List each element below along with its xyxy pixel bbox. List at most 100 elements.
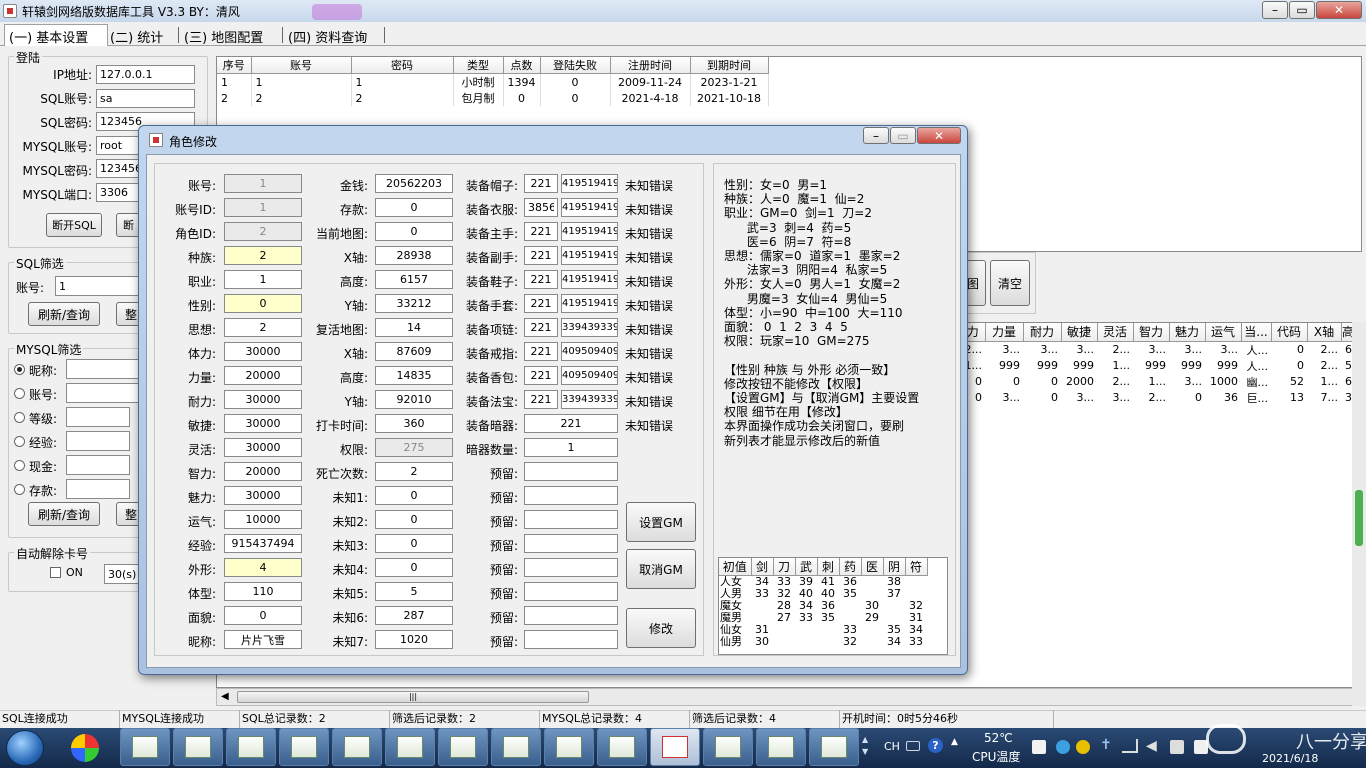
equip-attr-input[interactable] <box>561 246 618 265</box>
input-language[interactable]: CH <box>884 740 900 753</box>
column-header[interactable]: 注册时间 <box>610 57 691 74</box>
char-pos-input[interactable] <box>375 462 453 481</box>
column-header[interactable]: 医 <box>861 558 884 576</box>
set-gm-button[interactable]: 设置GM <box>626 502 696 542</box>
column-header[interactable]: 刺 <box>817 558 840 576</box>
dialog-close-button[interactable]: ✕ <box>917 127 961 144</box>
auto-unlock-checkbox[interactable] <box>50 567 61 578</box>
cancel-gm-button[interactable]: 取消GM <box>626 549 696 589</box>
column-header[interactable]: 序号 <box>217 57 252 74</box>
filter-cash-radio[interactable] <box>14 460 25 471</box>
equip-attr-input[interactable] <box>561 270 618 289</box>
equip-id-input[interactable] <box>524 390 558 409</box>
table-row[interactable]: 1 1 1 小时制 1394 0 2009-11-24 2023-1-21 <box>217 73 769 90</box>
column-header[interactable]: 阴 <box>883 558 906 576</box>
minimize-button[interactable]: – <box>1262 1 1288 19</box>
char-attr-input[interactable] <box>224 270 302 289</box>
taskbar-scroll-arrows[interactable]: ▲ ▼ <box>862 734 868 758</box>
taskbar-window-icon[interactable] <box>756 728 806 766</box>
column-header[interactable]: X轴 <box>1307 323 1342 342</box>
grid-horizontal-scrollbar[interactable]: ◀ ||| <box>216 688 1362 706</box>
column-header[interactable]: 代码 <box>1271 323 1308 342</box>
start-button[interactable] <box>6 730 44 766</box>
filter-cash-input[interactable] <box>66 455 130 475</box>
taskbar-window-icon[interactable] <box>279 728 329 766</box>
equip-id-input[interactable] <box>524 246 558 265</box>
table-row[interactable]: 0 3... 0 3... 3... 2... 0 36 巨... 13 7... 3 <box>961 390 1355 406</box>
tray-app-icon[interactable] <box>1076 740 1090 754</box>
equip-attr-input[interactable] <box>561 318 618 337</box>
sql-filter-account-input[interactable] <box>55 276 139 296</box>
equip-id-input[interactable] <box>524 174 558 193</box>
char-pos-input[interactable] <box>375 414 453 433</box>
tab-statistics[interactable]: (二) 统计 <box>110 27 163 46</box>
taskbar-window-icon[interactable] <box>491 728 541 766</box>
tab-map-config[interactable]: (三) 地图配置 <box>184 27 263 46</box>
reserved-input[interactable] <box>524 606 618 625</box>
equip-attr-input[interactable] <box>561 174 618 193</box>
table-row[interactable]: 2... 3... 3... 3... 2... 3... 3... 3... 人... 0 2..… <box>961 341 1355 358</box>
char-attr-input[interactable] <box>224 558 302 577</box>
reserved-input[interactable] <box>524 630 618 649</box>
char-pos-input[interactable] <box>375 198 453 217</box>
modify-button[interactable]: 修改 <box>626 608 696 648</box>
sql-sort-button[interactable]: 整 <box>116 302 140 326</box>
table-row[interactable]: 仙男 30 32 34 33 <box>719 636 927 648</box>
filter-account-radio[interactable] <box>14 388 25 399</box>
char-pos-input[interactable] <box>375 486 453 505</box>
equip-id-input[interactable] <box>524 294 558 313</box>
equip-attr-input[interactable] <box>561 342 618 361</box>
char-attr-input[interactable] <box>224 534 302 553</box>
char-pos-input[interactable] <box>375 606 453 625</box>
column-header[interactable]: 运气 <box>1205 323 1242 342</box>
taskbar-window-icon[interactable] <box>120 728 170 766</box>
column-header[interactable]: 符 <box>905 558 928 576</box>
char-attr-input[interactable] <box>224 246 302 265</box>
tray-expand-icon[interactable]: ▲ <box>951 737 958 747</box>
column-header[interactable]: 剑 <box>751 558 774 576</box>
reserved-input[interactable] <box>524 558 618 577</box>
vertical-scrollbar[interactable] <box>1352 322 1366 706</box>
column-header[interactable]: 当... <box>1241 323 1272 342</box>
bluetooth-icon[interactable]: ✝ <box>1100 737 1112 753</box>
char-attr-input[interactable] <box>224 366 302 385</box>
mysql-refresh-button[interactable]: 刷新/查询 <box>28 502 100 526</box>
char-attr-input[interactable] <box>224 630 302 649</box>
ip-input[interactable] <box>96 65 195 84</box>
char-attr-input[interactable] <box>224 606 302 625</box>
filter-nickname-input[interactable] <box>66 359 140 379</box>
column-header[interactable]: 类型 <box>453 57 504 74</box>
scroll-left-arrow[interactable]: ◀ <box>221 691 229 702</box>
taskbar-window-icon[interactable] <box>173 728 223 766</box>
column-header[interactable]: 初值 <box>719 558 752 576</box>
column-header[interactable]: 密码 <box>351 57 454 74</box>
keyboard-icon[interactable] <box>906 741 920 751</box>
taskbar-window-icon[interactable] <box>544 728 594 766</box>
equip-id-input[interactable] <box>524 318 558 337</box>
reserved-input[interactable] <box>524 510 618 529</box>
close-button[interactable]: ✕ <box>1316 1 1362 19</box>
equip-attr-input[interactable] <box>561 390 618 409</box>
table-row[interactable]: 2 2 2 包月制 0 0 2021-4-18 2021-10-18 <box>217 90 769 106</box>
char-pos-input[interactable] <box>375 558 453 577</box>
column-header[interactable]: 敏捷 <box>1061 323 1098 342</box>
column-header[interactable]: 点数 <box>503 57 541 74</box>
tray-app-icon[interactable] <box>1056 740 1070 754</box>
char-attr-input[interactable] <box>224 294 302 313</box>
column-header[interactable]: 智力 <box>1133 323 1170 342</box>
vertical-scrollbar-thumb[interactable] <box>1355 490 1363 546</box>
filter-level-radio[interactable] <box>14 412 25 423</box>
char-attr-input[interactable] <box>224 318 302 337</box>
equip-id-input[interactable] <box>524 270 558 289</box>
volume-icon[interactable]: ◀ <box>1146 738 1157 754</box>
table-row[interactable]: 魔女 28 34 36 30 32 <box>719 600 927 612</box>
column-header[interactable]: 登陆失败 <box>540 57 611 74</box>
tab-data-query[interactable]: (四) 资料查询 <box>288 27 367 46</box>
taskbar-active-app-icon[interactable] <box>650 728 700 766</box>
taskbar-window-icon[interactable] <box>438 728 488 766</box>
disconnect-sql-button[interactable]: 断开SQL <box>46 213 102 237</box>
taskbar-window-icon[interactable] <box>809 728 859 766</box>
column-header[interactable]: 账号 <box>251 57 352 74</box>
char-pos-input[interactable] <box>375 174 453 193</box>
char-pos-input[interactable] <box>375 270 453 289</box>
